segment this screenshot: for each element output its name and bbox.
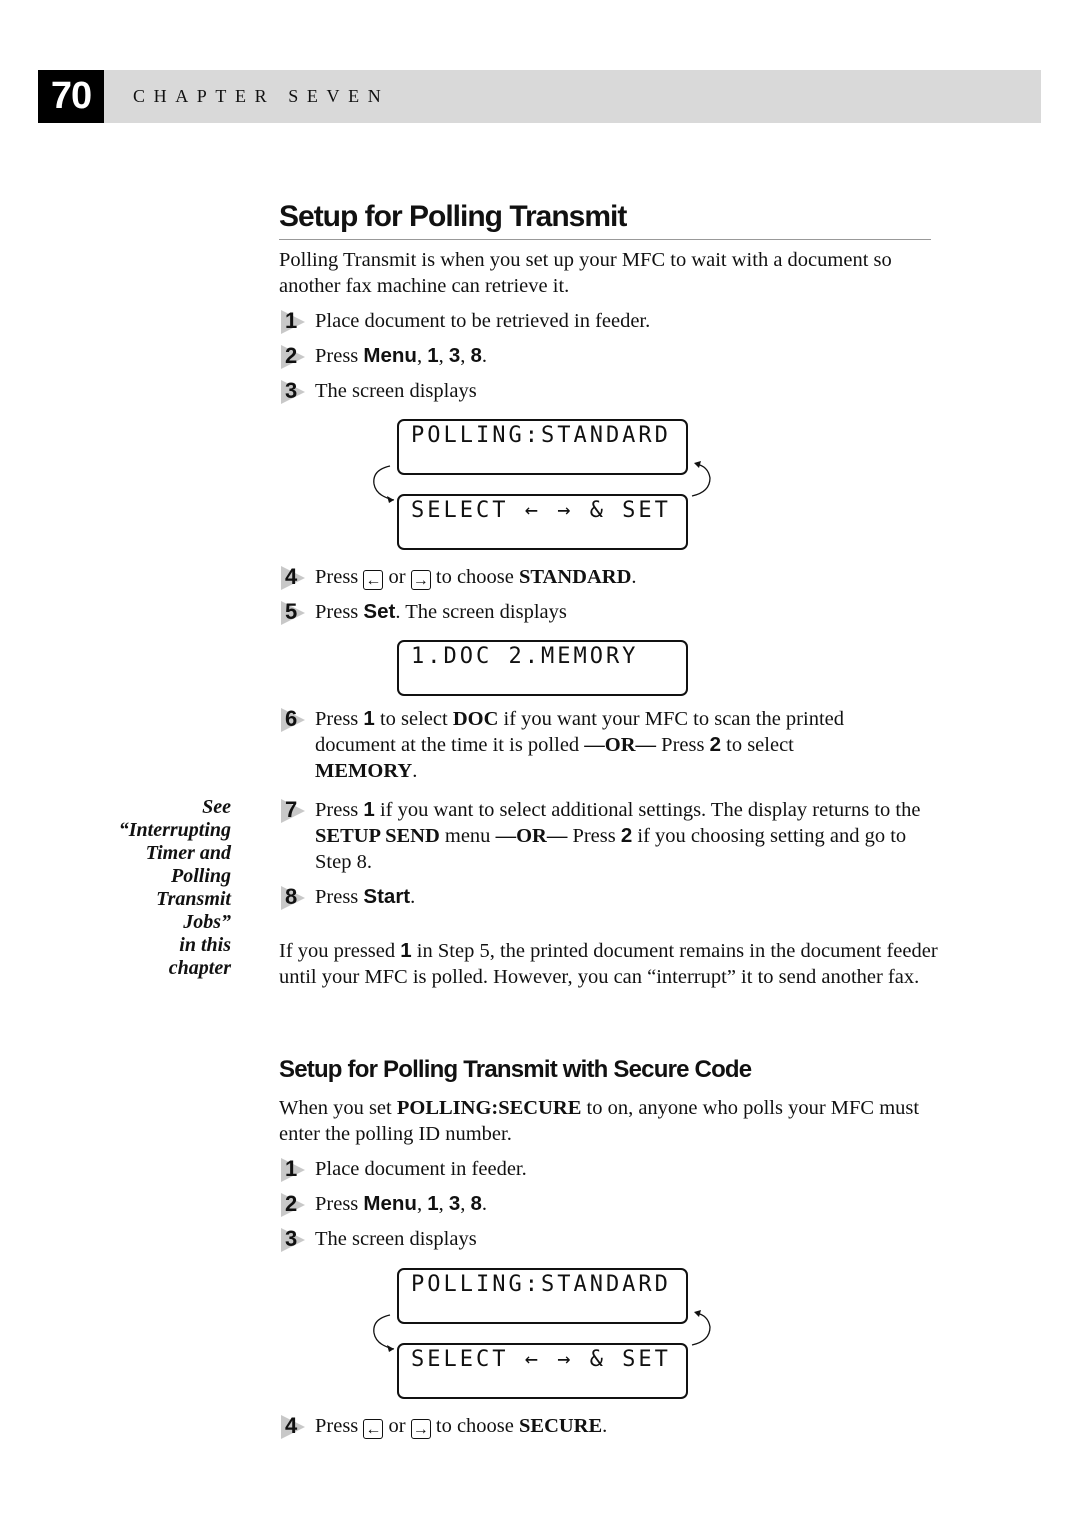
lcd-display-polling-secure: POLLING:STANDARD <box>397 1268 688 1324</box>
cycle-arrow-down-icon <box>373 465 395 503</box>
step-3: 3 The screen displays <box>281 378 941 404</box>
step-5: 5 Press Set. The screen displays <box>281 599 941 625</box>
left-arrow-key-icon: ← <box>363 570 384 590</box>
after-steps-note: If you pressed 1 in Step 5, the printed … <box>279 939 938 988</box>
left-arrow-key-icon: ← <box>363 1419 384 1439</box>
section-title: Setup for Polling Transmit <box>279 200 627 233</box>
step-8: 8 Press Start. <box>281 884 941 910</box>
secure-step-3: 3 The screen displays <box>281 1226 941 1252</box>
cycle-arrow-up-icon <box>691 461 711 497</box>
step-number-badge: 7 <box>281 797 311 823</box>
subsection-intro: When you set POLLING:SECURE to on, anyon… <box>279 1097 920 1145</box>
step-4: 4 Press ← or → to choose STANDARD. <box>281 564 941 590</box>
start-key: Start <box>363 885 411 908</box>
lcd-display-doc-memory: 1.DOC 2.MEMORY <box>397 640 688 696</box>
section-intro: Polling Transmit is when you set up your… <box>279 249 892 297</box>
step-1: 1 Place document to be retrieved in feed… <box>281 308 941 334</box>
cycle-arrow-down-icon <box>373 1314 395 1352</box>
step-number-badge: 2 <box>281 1191 311 1217</box>
right-arrow-key-icon: → <box>410 570 431 590</box>
lcd-display-select: SELECT ← → & SET <box>397 494 688 550</box>
secure-step-1: 1 Place document in feeder. <box>281 1156 941 1182</box>
cycle-arrow-up-icon <box>691 1310 711 1346</box>
set-key: Set <box>363 600 396 623</box>
step-number-badge: 5 <box>281 599 311 625</box>
title-rule <box>279 239 931 240</box>
secure-step-4: 4 Press ← or → to choose SECURE. <box>281 1413 941 1439</box>
step-6: 6 Press 1 to select DOC if you want your… <box>281 706 901 784</box>
menu-key: Menu <box>363 344 417 367</box>
step-number-badge: 6 <box>281 706 311 732</box>
margin-note-cross-reference: See “Interrupting Timer and Polling Tran… <box>118 796 231 979</box>
step-7: 7 Press 1 if you want to select addition… <box>281 797 931 875</box>
step-number-badge: 1 <box>281 1156 311 1182</box>
step-number-badge: 4 <box>281 564 311 590</box>
secure-step-2: 2 Press Menu, 1, 3, 8. <box>281 1191 941 1217</box>
right-arrow-key-icon: → <box>410 1419 431 1439</box>
step-number-badge: 8 <box>281 884 311 910</box>
page-number: 70 <box>38 70 104 123</box>
chapter-title: CHAPTER SEVEN <box>133 86 390 106</box>
subsection-title: Setup for Polling Transmit with Secure C… <box>279 1056 752 1083</box>
lcd-display-select-secure: SELECT ← → & SET <box>397 1343 688 1399</box>
lcd-display-polling: POLLING:STANDARD <box>397 419 688 475</box>
step-2: 2 Press Menu, 1, 3, 8. <box>281 343 941 369</box>
step-number-badge: 2 <box>281 343 311 369</box>
step-number-badge: 1 <box>281 308 311 334</box>
step-number-badge: 3 <box>281 378 311 404</box>
step-number-badge: 4 <box>281 1413 311 1439</box>
step-number-badge: 3 <box>281 1226 311 1252</box>
